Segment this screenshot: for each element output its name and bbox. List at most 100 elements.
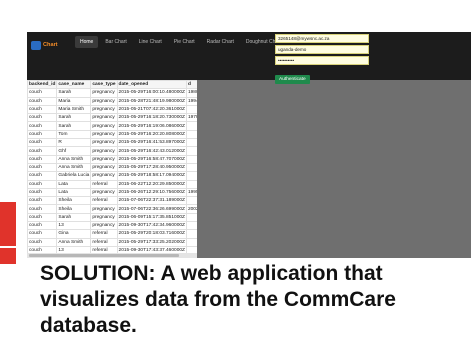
column-header[interactable]: case_type [90,80,118,90]
table-cell: couch [27,204,58,214]
email-field[interactable]: 3265148@mywsnc.ac.za [275,34,369,43]
table-cell: pregnancy [90,113,118,123]
table-cell: 2015-05-29T17:33:25.202000Z [116,237,187,247]
table-cell: Tom [56,129,92,140]
table-row: couch Rpregnancy 2015-05-29T16:41:53.89700… [27,138,197,148]
table-cell: Sheila [56,204,92,214]
table-cell: Sarah [56,113,92,123]
table-cell: pregnancy [90,171,118,181]
table-cell [185,237,197,247]
table-cell: pregnancy [90,129,118,140]
table-row: couch Maria pregnancy 2015-05-28T21:48:19.9… [27,96,197,106]
table-cell: couch [27,196,58,206]
table-cell: couch [27,96,58,106]
column-header[interactable]: d [185,80,197,90]
table-cell [185,121,197,131]
table-cell [185,104,197,115]
table-cell: R [56,138,92,148]
table-row: couch Sarah pregnancy 2015-05-29T16:19:06.0… [27,121,197,131]
table-cell: couch [27,221,58,231]
table-body: couch Sarah pregnancy 2015-05-29T16:00:10.4… [27,88,197,256]
table-cell: pregnancy [90,96,118,106]
table-cell: Lata [56,187,92,198]
table-cell: couch [27,237,58,247]
nav-home[interactable]: Home [75,36,99,48]
table-cell: couch [27,212,58,223]
horizontal-scrollbar[interactable] [27,253,197,258]
table-cell [185,196,197,206]
table-row: couch Sarah pregnancy 2015-06-09T15:17:35.8… [27,212,197,223]
table-cell: couch [27,104,58,115]
top-navbar: Chart Home Bar Chart Line Chart Pie Char… [27,32,471,84]
table-cell: couch [27,121,58,131]
domain-field[interactable]: uganda-demo [275,45,369,54]
table-cell: couch [27,154,58,164]
table-cell: 2015-05-29T16:18:20.730000Z [116,113,187,123]
table-cell: pregnancy [90,187,118,198]
nav-pie-chart[interactable]: Pie Chart [169,36,200,48]
nav-line-chart[interactable]: Line Chart [134,36,167,48]
table-row: couch Gina referral 2015-05-29T20:18:03.716… [27,229,197,239]
table-header-row: backend_id case_name case_type date_open… [27,80,197,90]
table-cell: 2002- [185,204,197,214]
table-cell: Lata [56,179,92,189]
table-cell [185,179,197,189]
table-cell [185,171,197,181]
table-cell: 2015-05-29T16:00:10.480000Z [116,88,187,98]
table-cell: couch [27,162,58,173]
password-field[interactable]: •••••••••• [275,56,369,65]
table-cell: 2015-09-30T17:42:34.960000Z [116,221,187,231]
table-cell: Anna Smith [56,162,92,173]
table-cell: couch [27,129,58,140]
table-cell: Sarah [56,212,92,223]
nav-bar-chart[interactable]: Bar Chart [100,36,131,48]
nav-links: Home Bar Chart Line Chart Pie Chart Rada… [75,36,288,48]
table-cell: pregnancy [90,104,118,115]
table-cell [185,221,197,231]
table-cell: Anna Smith [56,154,92,164]
table-cell: 2015-05-29T18:58:17.094000Z [116,171,187,181]
table-cell: Gabriela Lucia [56,171,92,181]
table-cell: 2015-07-06T22:37:31.189000Z [116,196,187,206]
table-cell: referral [90,196,118,206]
table-cell: pregnancy [90,138,118,148]
authenticate-button[interactable]: Authenticate [275,75,310,84]
table-row: couch Ghf pregnancy 2015-05-29T16:42:43.012… [27,146,197,156]
table-cell: referral [90,237,118,247]
table-cell: 2015-05-29T16:41:53.897000Z [116,138,187,148]
table-row: couch Sheila referral 2015-07-06T22:37:31.1… [27,196,197,206]
table-cell: 1994- [185,96,197,106]
table-cell: 2015-06-09T15:17:35.851000Z [116,212,187,223]
accent-bar [0,248,16,264]
table-cell: 2015-06-26T12:29:10.756000Z [116,187,187,198]
nav-radar-chart[interactable]: Radar Chart [202,36,239,48]
table-cell [185,146,197,156]
table-cell: Sheila [56,196,92,206]
table-cell: 2015-05-29T16:20:20.808000Z [116,129,187,140]
column-header[interactable]: case_name [56,80,92,90]
table-row: couch Sarah pregnancy 2015-05-29T16:00:10.4… [27,88,197,98]
table-cell: Ghf [56,146,92,156]
table-cell: pregnancy [90,204,118,214]
scrollbar-thumb[interactable] [29,254,179,257]
brand-name: Chart [43,42,58,48]
brand[interactable]: Chart [31,38,58,52]
table-row: couch Lata referral 2015-06-22T12:20:29.850… [27,179,197,189]
table-cell: 2015-05-29T16:42:43.012000Z [116,146,187,156]
column-header[interactable]: date_opened [116,80,187,90]
table-cell: pregnancy [90,221,118,231]
login-form: 3265148@mywsnc.ac.za uganda-demo •••••••… [275,34,369,85]
table-cell: Sarah [56,88,92,98]
table-cell [185,229,197,239]
table-cell: referral [90,229,118,239]
column-header[interactable]: backend_id [27,80,58,90]
table-cell: Anna Smith [56,237,92,247]
table-cell: couch [27,88,58,98]
table-cell: 1980- [185,88,197,98]
table-cell: pregnancy [90,154,118,164]
table-cell: 13 [56,221,92,231]
table-cell: couch [27,138,58,148]
table-cell: 2015-05-29T16:19:06.086000Z [116,121,187,131]
table-cell: pregnancy [90,146,118,156]
accent-bar [0,202,16,246]
